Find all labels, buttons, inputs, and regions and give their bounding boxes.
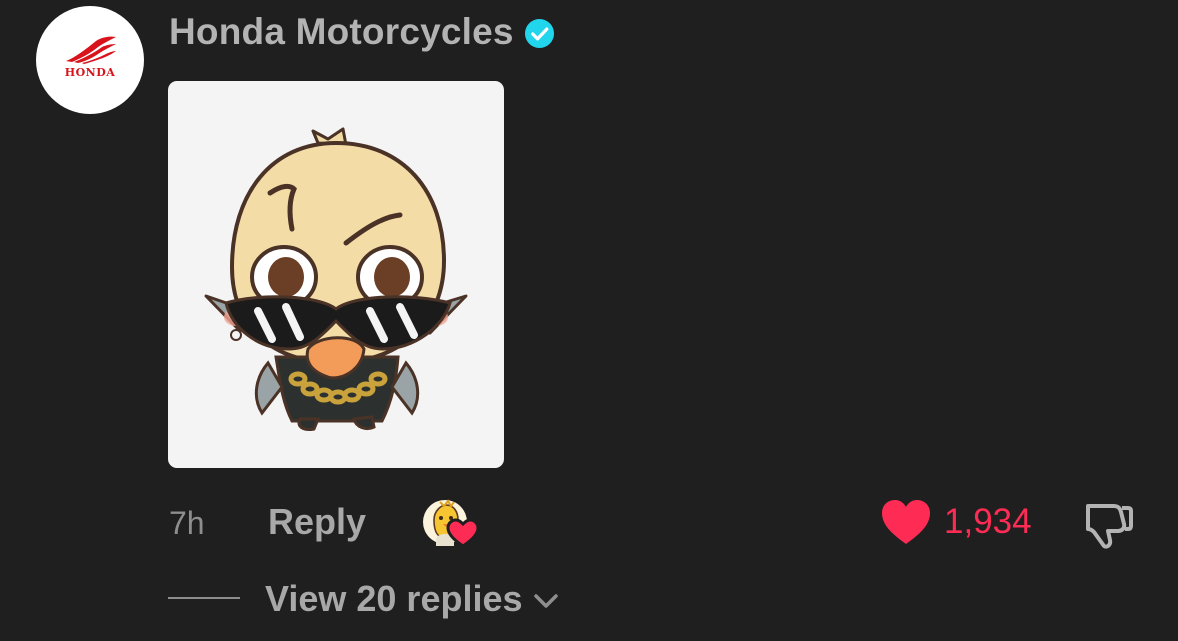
chick-sunglasses-sticker-icon [204, 127, 468, 431]
verified-badge-icon [524, 18, 554, 48]
view-replies-label: View 20 replies [265, 578, 523, 619]
comment-sticker[interactable] [168, 81, 504, 468]
author-avatar[interactable]: HONDA [36, 6, 144, 114]
like-count: 1,934 [944, 502, 1032, 541]
author-name[interactable]: Honda Motorcycles [169, 10, 514, 54]
heart-filled-icon [882, 500, 930, 544]
honda-wing-logo-icon [66, 36, 116, 64]
replies-divider [168, 597, 240, 599]
author-header: Honda Motorcycles [169, 10, 555, 54]
creator-liked-badge-icon [423, 499, 480, 548]
like-button[interactable]: 1,934 [880, 498, 1032, 546]
comment-time: 7h [169, 505, 205, 541]
reply-button[interactable]: Reply [268, 501, 366, 543]
chevron-down-icon [533, 594, 558, 608]
dislike-thumbs-down-icon[interactable] [1080, 500, 1134, 550]
avatar-brand-text: HONDA [64, 66, 116, 79]
view-replies-button[interactable]: View 20 replies [265, 577, 561, 621]
